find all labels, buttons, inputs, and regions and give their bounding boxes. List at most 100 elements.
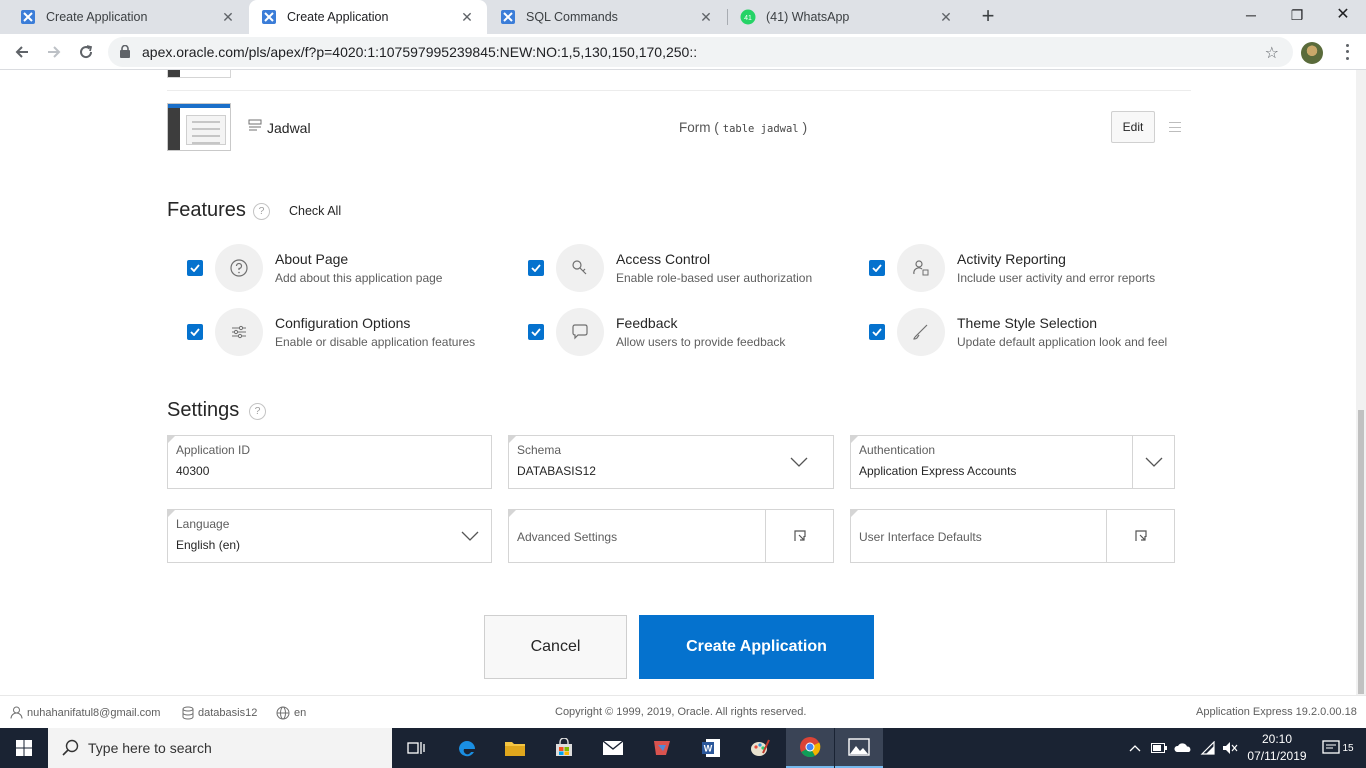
language-value: English (en) xyxy=(176,538,241,552)
ui-defaults-label: User Interface Defaults xyxy=(859,530,982,544)
tab-whatsapp[interactable]: 41 (41) WhatsApp ✕ xyxy=(728,0,966,34)
notifications-icon[interactable]: 15 xyxy=(1318,728,1358,768)
reload-icon[interactable] xyxy=(72,38,100,66)
lock-icon xyxy=(120,44,130,63)
page-type-suffix: ) xyxy=(802,120,808,135)
scrollbar-thumb[interactable] xyxy=(1358,410,1364,694)
check-all-link[interactable]: Check All xyxy=(289,204,341,218)
advanced-settings-field[interactable]: Advanced Settings xyxy=(508,509,834,563)
browser-menu-icon[interactable] xyxy=(1340,42,1354,62)
feature-name: Access Control xyxy=(616,251,711,267)
apex-icon xyxy=(500,9,516,25)
mail-icon[interactable] xyxy=(589,728,637,768)
create-application-button[interactable]: Create Application xyxy=(639,615,874,679)
wifi-icon[interactable] xyxy=(1198,728,1218,768)
back-icon[interactable] xyxy=(8,38,36,66)
close-icon[interactable]: ✕ xyxy=(698,9,714,26)
notification-count: 15 xyxy=(1342,742,1354,754)
brush-icon xyxy=(897,308,945,356)
feature-name: Theme Style Selection xyxy=(957,315,1098,331)
drag-handle-icon[interactable] xyxy=(1169,122,1181,132)
authentication-select[interactable]: Authentication Application Express Accou… xyxy=(850,435,1175,489)
user-interface-defaults-field[interactable]: User Interface Defaults xyxy=(850,509,1175,563)
forward-icon[interactable] xyxy=(40,38,68,66)
cancel-button[interactable]: Cancel xyxy=(484,615,627,679)
question-circle-icon xyxy=(215,244,263,292)
feature-access-control: Access Control Enable role-based user au… xyxy=(508,244,828,292)
application-id-field[interactable]: Application ID 40300 xyxy=(167,435,492,489)
bookmark-star-icon[interactable]: ☆ xyxy=(1265,43,1279,63)
minimize-icon[interactable]: ─ xyxy=(1228,0,1274,30)
profile-avatar[interactable] xyxy=(1301,42,1323,64)
task-view-icon[interactable] xyxy=(392,728,440,768)
footer-version: Application Express 19.2.0.00.18 xyxy=(1196,706,1357,718)
app-icon[interactable] xyxy=(638,728,686,768)
footer-copyright: Copyright © 1999, 2019, Oracle. All righ… xyxy=(555,706,807,718)
chevron-down-icon[interactable] xyxy=(765,436,833,488)
new-tab-icon[interactable]: + xyxy=(976,5,1000,29)
activity-reporting-checkbox[interactable] xyxy=(869,260,885,276)
feedback-checkbox[interactable] xyxy=(528,324,544,340)
access-control-checkbox[interactable] xyxy=(528,260,544,276)
advanced-settings-label: Advanced Settings xyxy=(517,530,618,544)
theme-style-selection-checkbox[interactable] xyxy=(869,324,885,340)
schema-value: DATABASIS12 xyxy=(517,464,596,478)
form-icon xyxy=(248,119,262,138)
edit-page-button[interactable]: Edit xyxy=(1111,111,1155,143)
paint-icon[interactable] xyxy=(736,728,784,768)
feature-feedback: Feedback Allow users to provide feedback xyxy=(508,308,828,356)
footer-language-code[interactable]: en xyxy=(294,707,306,719)
volume-muted-icon[interactable] xyxy=(1220,728,1240,768)
chrome-icon[interactable] xyxy=(786,728,834,768)
application-id-value[interactable]: 40300 xyxy=(176,464,209,478)
feature-name: Configuration Options xyxy=(275,315,411,331)
close-icon[interactable]: ✕ xyxy=(938,9,954,26)
restore-icon[interactable]: ❐ xyxy=(1274,0,1320,30)
tab-sql-commands[interactable]: SQL Commands ✕ xyxy=(488,0,726,34)
chevron-up-icon[interactable] xyxy=(1126,728,1144,768)
footer-language[interactable]: en xyxy=(276,706,306,720)
taskbar-search-box[interactable]: Type here to search xyxy=(48,728,392,768)
close-window-icon[interactable]: ✕ xyxy=(1320,0,1366,30)
windows-start-icon[interactable] xyxy=(0,728,48,768)
configuration-options-checkbox[interactable] xyxy=(187,324,203,340)
file-explorer-icon[interactable] xyxy=(491,728,539,768)
apex-footer: nuhahanifatul8@gmail.com databasis12 en … xyxy=(0,695,1366,728)
close-icon[interactable]: ✕ xyxy=(459,9,475,26)
onedrive-icon[interactable] xyxy=(1172,728,1194,768)
photos-icon[interactable] xyxy=(835,728,883,768)
taskbar-clock[interactable]: 20:10 07/11/2019 xyxy=(1245,731,1309,765)
language-select[interactable]: Language English (en) xyxy=(167,509,492,563)
settings-help-icon[interactable]: ? xyxy=(249,403,266,420)
feature-desc: Enable or disable application features xyxy=(275,335,476,349)
close-icon[interactable]: ✕ xyxy=(220,9,236,26)
about-page-checkbox[interactable] xyxy=(187,260,203,276)
feature-desc: Allow users to provide feedback xyxy=(616,335,786,349)
search-icon xyxy=(62,739,80,762)
key-icon xyxy=(556,244,604,292)
tab-title: (41) WhatsApp xyxy=(766,10,850,24)
tab-create-application-1[interactable]: Create Application ✕ xyxy=(8,0,248,34)
features-help-icon[interactable]: ? xyxy=(253,203,270,220)
browser-toolbar: apex.oracle.com/pls/apex/f?p=4020:1:1075… xyxy=(0,34,1366,70)
feature-theme-style-selection: Theme Style Selection Update default app… xyxy=(849,308,1169,356)
schema-select[interactable]: Schema DATABASIS12 xyxy=(508,435,834,489)
edge-icon[interactable] xyxy=(443,728,491,768)
chevron-down-icon[interactable] xyxy=(1132,436,1174,488)
svg-text:W: W xyxy=(704,744,713,754)
feature-about-page: About Page Add about this application pa… xyxy=(167,244,487,292)
chevron-down-icon[interactable] xyxy=(449,510,491,562)
tab-create-application-2[interactable]: Create Application ✕ xyxy=(249,0,487,34)
open-dialog-icon[interactable] xyxy=(765,510,833,562)
tab-title: Create Application xyxy=(46,10,148,24)
store-icon[interactable] xyxy=(540,728,588,768)
url-text: apex.oracle.com/pls/apex/f?p=4020:1:1075… xyxy=(142,44,698,60)
settings-title: Settings xyxy=(167,399,240,421)
word-icon[interactable]: W xyxy=(687,728,735,768)
battery-icon[interactable] xyxy=(1150,728,1168,768)
page-type-prefix: Form ( xyxy=(679,120,719,135)
globe-icon xyxy=(276,706,290,720)
open-dialog-icon[interactable] xyxy=(1106,510,1174,562)
address-bar[interactable]: apex.oracle.com/pls/apex/f?p=4020:1:1075… xyxy=(108,37,1293,67)
feature-desc: Update default application look and feel xyxy=(957,335,1168,349)
